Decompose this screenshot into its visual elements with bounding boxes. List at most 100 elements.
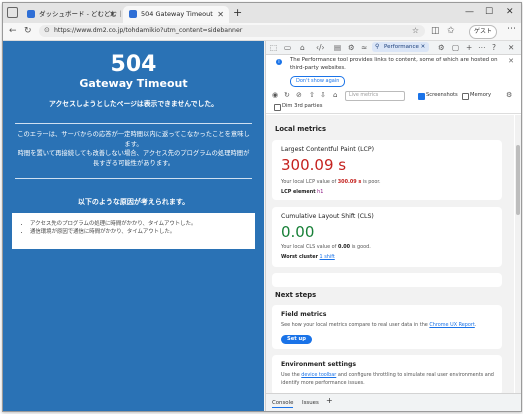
split-screen-icon[interactable]: ◫ bbox=[431, 25, 440, 37]
tab-strip: ダッシュボード - どむどむ｜株式会社... ✕ 504 Gateway Tim… bbox=[3, 3, 521, 23]
next-steps-heading: Next steps bbox=[275, 291, 317, 299]
device-toolbar-link[interactable]: device toolbar bbox=[301, 372, 336, 378]
clear-icon[interactable]: ⊘ bbox=[296, 90, 302, 100]
tab-dashboard[interactable]: ダッシュボード - どむどむ｜株式会社... ✕ bbox=[21, 6, 121, 23]
lcp-value: 300.09 s bbox=[281, 156, 347, 174]
reload-icon[interactable]: ↻ bbox=[24, 25, 32, 37]
maximize-button[interactable]: ☐ bbox=[485, 6, 493, 18]
cls-title: Cumulative Layout Shift (CLS) bbox=[281, 213, 374, 220]
environment-settings-title: Environment settings bbox=[281, 361, 357, 368]
tab-label: Performance bbox=[384, 44, 419, 50]
close-icon[interactable]: ✕ bbox=[508, 57, 514, 65]
reason-item: 通信環境が原因で通信に時間がかかり、タイムアウトした。 bbox=[30, 228, 255, 236]
description-line: 時間を置いて再接続しても改善しない場合、アクセス先のプログラムの処理時間が長すぎ… bbox=[17, 150, 250, 167]
reasons-heading: 以下のような原因が考えられます。 bbox=[77, 198, 190, 206]
new-tab-icon[interactable]: + bbox=[233, 6, 242, 20]
add-tool-icon[interactable]: + bbox=[326, 397, 333, 405]
dim-third-parties-label: Dim 3rd parties bbox=[282, 103, 323, 109]
error-code: 504 bbox=[110, 52, 157, 77]
favorites-icon[interactable]: ✩ bbox=[447, 25, 455, 37]
live-metrics-select[interactable]: Live metrics bbox=[345, 91, 405, 101]
favicon-icon bbox=[129, 10, 137, 18]
drawer-tab-issues[interactable]: Issues bbox=[302, 399, 319, 407]
home-icon[interactable]: ⌂ bbox=[333, 90, 337, 100]
download-icon[interactable]: ⇩ bbox=[320, 90, 326, 100]
dim-third-parties-checkbox[interactable] bbox=[274, 104, 281, 111]
crux-link[interactable]: Chrome UX Report bbox=[429, 322, 474, 328]
environment-settings-card: Environment settings Use the device tool… bbox=[272, 355, 502, 395]
memory-checkbox[interactable] bbox=[462, 93, 469, 100]
console-icon[interactable]: ▤ bbox=[334, 42, 341, 53]
help-icon[interactable]: ? bbox=[492, 42, 496, 53]
scrollbar[interactable] bbox=[515, 115, 521, 395]
elements-icon[interactable]: ‹/› bbox=[316, 42, 325, 53]
profile-button[interactable]: ゲスト bbox=[469, 25, 498, 39]
network-icon[interactable]: ≈ bbox=[361, 42, 367, 53]
upload-icon[interactable]: ⇧ bbox=[309, 90, 315, 100]
navigation-bar: ← ↻ ⊙ https://www.dm2.co.jp/tohdamikio?u… bbox=[3, 23, 521, 41]
profile-label: ゲスト bbox=[474, 28, 493, 35]
close-icon[interactable]: ✕ bbox=[109, 6, 116, 23]
application-icon[interactable]: ▢ bbox=[452, 42, 459, 53]
lcp-description: Your local LCP value of 300.09 s is poor… bbox=[281, 179, 381, 185]
field-metrics-title: Field metrics bbox=[281, 311, 327, 318]
lock-icon[interactable]: ⊙ bbox=[44, 26, 50, 34]
minimize-button[interactable]: — bbox=[465, 6, 474, 18]
metric-card bbox=[272, 273, 502, 287]
memory-label: Memory bbox=[470, 92, 492, 98]
favorite-star-icon[interactable]: ☆ bbox=[412, 25, 419, 37]
reload-record-icon[interactable]: ↻ bbox=[284, 90, 290, 100]
cls-value: 0.00 bbox=[281, 223, 315, 241]
favicon-icon bbox=[27, 10, 35, 18]
back-icon[interactable]: ← bbox=[9, 25, 17, 37]
drawer-tab-console[interactable]: Console bbox=[272, 399, 294, 408]
more-options-icon[interactable]: ⋯ bbox=[478, 42, 486, 53]
error-page: 504 Gateway Timeout アクセスしようとしたページは表示できませ… bbox=[3, 41, 264, 411]
close-devtools-icon[interactable]: ✕ bbox=[508, 42, 514, 53]
cls-description: Your local CLS value of 0.00 is good. bbox=[281, 244, 371, 250]
performance-controls: ◉ ↻ ⊘ ⇧ ⇩ ⌂ Live metrics Screenshots Mem… bbox=[266, 89, 521, 114]
live-metrics-view: Local metrics Largest Contentful Paint (… bbox=[266, 115, 514, 395]
more-menu-icon[interactable]: ⋯ bbox=[507, 24, 516, 34]
tab-504[interactable]: 504 Gateway Timeout ✕ bbox=[123, 6, 229, 23]
tab-label: 504 Gateway Timeout bbox=[141, 10, 213, 18]
info-notice: i The Performance tool provides links to… bbox=[266, 55, 521, 87]
reason-item: アクセス先のプログラムの処理に時間がかかり、タイムアウトした。 bbox=[30, 220, 255, 228]
memory-icon[interactable]: ⚙ bbox=[438, 42, 445, 53]
environment-line: Use the device toolbar and configure thr… bbox=[281, 372, 494, 378]
environment-line: identify more performance issues. bbox=[281, 380, 365, 386]
url-text: https://www.dm2.co.jp/tohdamikio?utm_con… bbox=[54, 27, 243, 34]
error-subtitle: アクセスしようとしたページは表示できませんでした。 bbox=[49, 100, 218, 108]
field-metrics-description: See how your local metrics compare to re… bbox=[281, 322, 477, 328]
tab-actions-icon[interactable] bbox=[7, 7, 18, 18]
tab-performance[interactable]: ⚲ Performance ✕ bbox=[372, 42, 430, 52]
close-window-button[interactable]: ✕ bbox=[506, 6, 514, 18]
devtools-panel: ⬚ ▭ ⌂ ‹/› ▤ ⚙ ≈ ⚲ Performance ✕ ⚙ ▢ + ⋯ … bbox=[265, 41, 521, 411]
screenshots-checkbox[interactable] bbox=[418, 93, 425, 100]
lcp-card: Largest Contentful Paint (LCP) 300.09 s … bbox=[272, 140, 502, 200]
welcome-icon[interactable]: ⌂ bbox=[300, 42, 305, 53]
scrollbar-thumb[interactable] bbox=[516, 145, 520, 215]
set-up-button[interactable]: Set up bbox=[281, 335, 312, 344]
devtools-drawer: Console Issues + bbox=[266, 393, 521, 411]
inspect-icon[interactable]: ⬚ bbox=[270, 42, 277, 53]
cls-worst-cluster: Worst cluster 1 shift bbox=[281, 254, 335, 260]
sources-icon[interactable]: ⚙ bbox=[348, 42, 355, 53]
dont-show-again-button[interactable]: Don't show again bbox=[290, 76, 346, 87]
settings-gear-icon[interactable]: ⚙ bbox=[506, 90, 512, 100]
notice-text: The Performance tool provides links to c… bbox=[290, 57, 498, 71]
reasons-box: アクセス先のプログラムの処理に時間がかかり、タイムアウトした。 通信環境が原因で… bbox=[12, 213, 255, 249]
record-icon[interactable]: ◉ bbox=[272, 90, 278, 100]
error-description: このエラーは、サーバからの応答が一定時間以内に返ってこなかったことを意味します。… bbox=[17, 130, 250, 168]
worst-cluster-link[interactable]: 1 shift bbox=[320, 254, 335, 260]
lcp-element: LCP element h1 bbox=[281, 189, 324, 195]
description-line: このエラーは、サーバからの応答が一定時間以内に返ってこなかったことを意味します。 bbox=[17, 131, 250, 148]
device-toolbar-icon[interactable]: ▭ bbox=[284, 42, 291, 53]
close-icon[interactable]: ✕ bbox=[217, 6, 224, 23]
close-icon[interactable]: ✕ bbox=[421, 44, 426, 50]
performance-icon: ⚲ bbox=[375, 43, 380, 50]
devtools-toolbar: ⬚ ▭ ⌂ ‹/› ▤ ⚙ ≈ ⚲ Performance ✕ ⚙ ▢ + ⋯ … bbox=[266, 41, 521, 55]
cls-card: Cumulative Layout Shift (CLS) 0.00 Your … bbox=[272, 207, 502, 267]
more-tools-icon[interactable]: + bbox=[466, 42, 472, 53]
address-bar[interactable]: ⊙ https://www.dm2.co.jp/tohdamikio?utm_c… bbox=[39, 25, 425, 37]
